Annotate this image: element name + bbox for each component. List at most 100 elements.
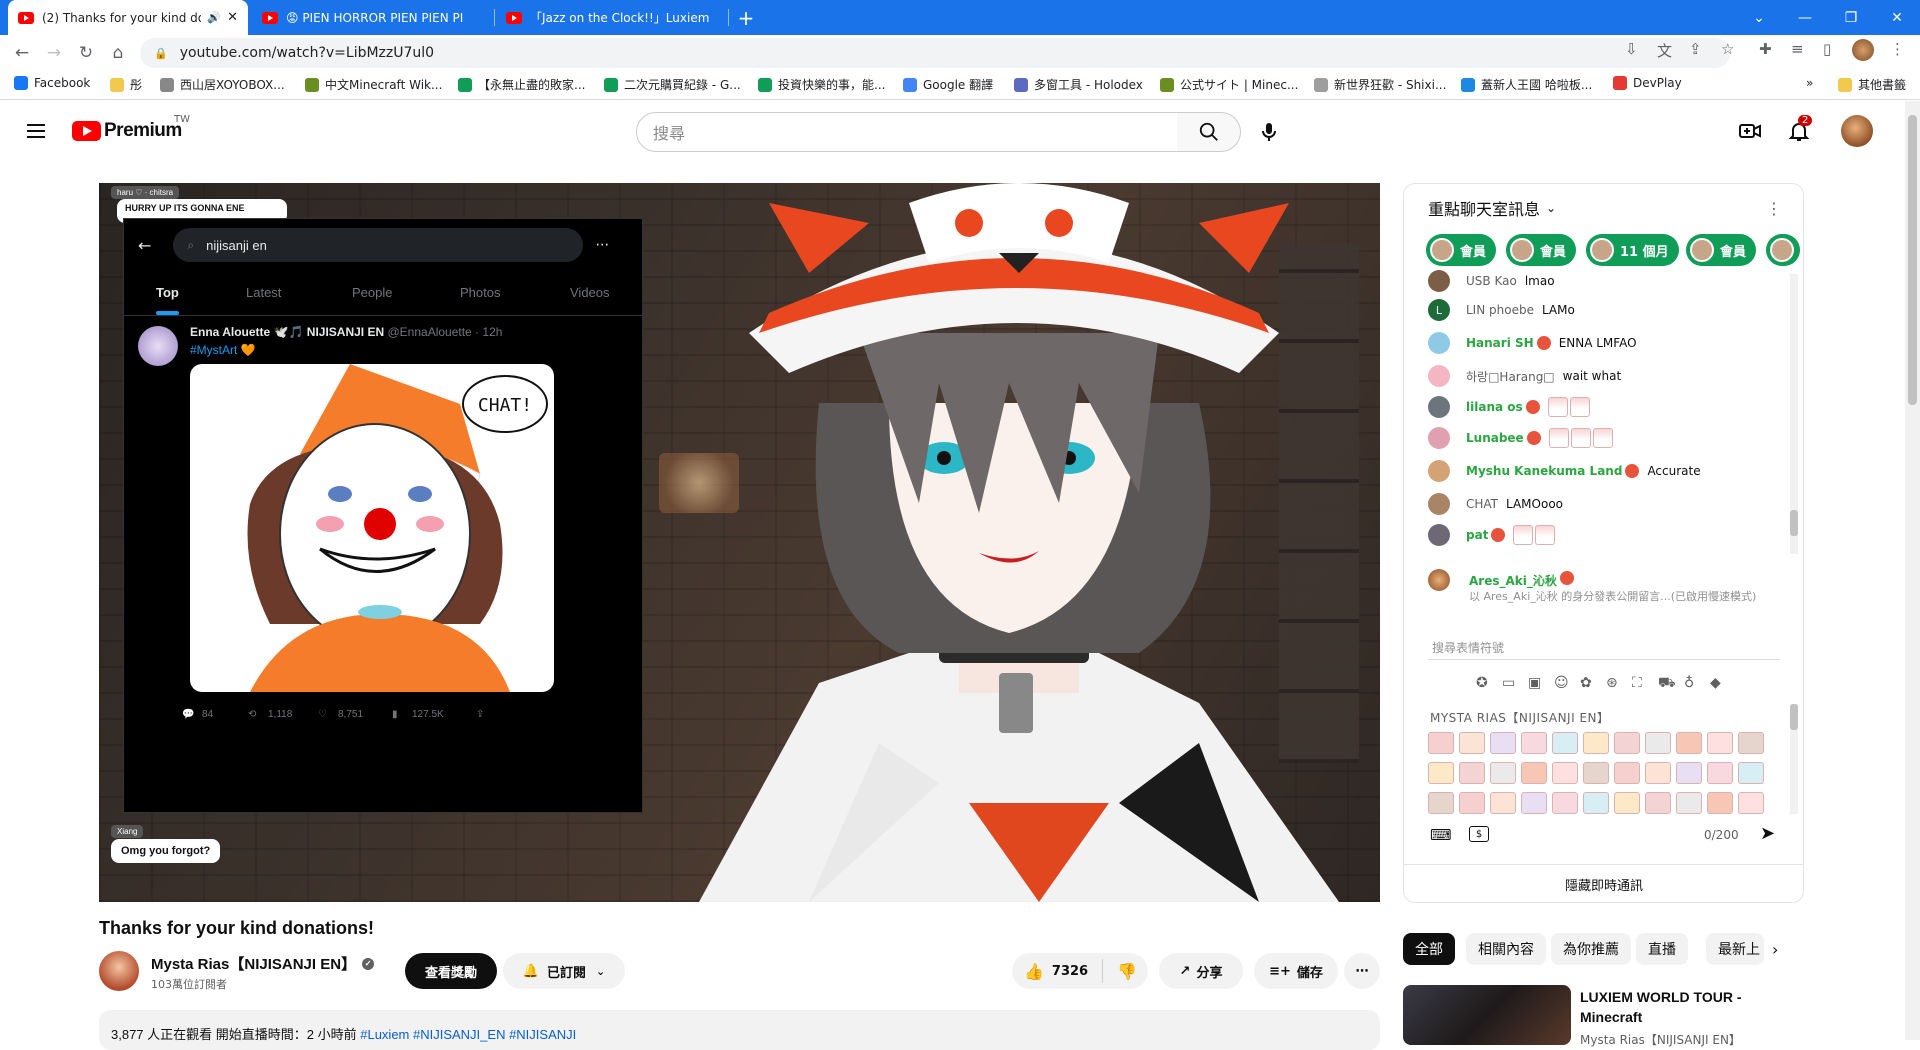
custom-emoji-icon[interactable]: [1490, 792, 1516, 814]
filter-chip[interactable]: 相關內容: [1466, 933, 1546, 965]
chat-message[interactable]: CHAT LAMOooo: [1428, 491, 1563, 517]
create-video-icon[interactable]: [1738, 119, 1762, 147]
search-button[interactable]: [1177, 112, 1241, 152]
custom-emoji-icon[interactable]: [1583, 762, 1609, 784]
video-player[interactable]: haru ♡ · chitsra HURRY UP ITS GONNA ENE …: [99, 183, 1380, 902]
custom-emoji-icon[interactable]: [1676, 792, 1702, 814]
bookmarks-overflow-button[interactable]: »: [1806, 76, 1813, 90]
bookmark-item[interactable]: Google 翻譯: [903, 76, 993, 93]
reading-list-icon[interactable]: ≡: [1791, 40, 1804, 58]
filter-chip[interactable]: 為你推薦: [1551, 933, 1631, 965]
custom-emoji-icon[interactable]: [1552, 732, 1578, 754]
chat-header[interactable]: 重點聊天室訊息 ⌄ ⋮: [1404, 184, 1803, 232]
custom-emoji-icon[interactable]: [1676, 762, 1702, 784]
chat-message[interactable]: pat: [1428, 522, 1557, 548]
member-badge-pill[interactable]: [1766, 234, 1800, 266]
chat-author-name[interactable]: Lunabee: [1466, 431, 1524, 445]
filter-chip[interactable]: 最新上: [1706, 933, 1764, 965]
tab-close-icon[interactable]: ✕: [227, 10, 238, 25]
custom-emoji-icon[interactable]: [1707, 762, 1733, 784]
custom-emoji-icon[interactable]: [1521, 762, 1547, 784]
custom-emoji-icon[interactable]: [1459, 792, 1485, 814]
chat-message[interactable]: 하랑□Harang□ wait what: [1428, 363, 1621, 389]
bookmark-item[interactable]: 二次元購買紀錄 - G...: [604, 76, 741, 93]
custom-emoji-icon[interactable]: [1552, 792, 1578, 814]
extensions-icon[interactable]: ✚: [1759, 40, 1772, 58]
recommendation-thumbnail[interactable]: [1403, 985, 1571, 1045]
bookmark-item[interactable]: 蓋新人王國 哈啦板...: [1461, 76, 1592, 93]
emoji-category-symbols-icon[interactable]: ◆: [1710, 675, 1721, 691]
youtube-premium-logo[interactable]: Premium TW: [72, 114, 190, 142]
install-app-icon[interactable]: ⇩: [1625, 40, 1638, 58]
share-page-icon[interactable]: ⇪: [1689, 40, 1702, 58]
emoji-category-youtube-icon[interactable]: ▭: [1502, 675, 1515, 691]
share-button[interactable]: ↗ 分享: [1159, 953, 1243, 989]
speaker-icon[interactable]: 🔊: [207, 11, 221, 24]
custom-emoji-icon[interactable]: [1738, 732, 1764, 754]
lock-icon[interactable]: 🔒: [154, 47, 168, 60]
search-input[interactable]: 搜尋: [636, 112, 1178, 152]
chat-author-name[interactable]: Myshu Kanekuma Land: [1466, 464, 1622, 478]
custom-emoji-icon[interactable]: [1738, 762, 1764, 784]
profile-avatar[interactable]: [1852, 39, 1874, 61]
custom-emoji-icon[interactable]: [1707, 732, 1733, 754]
chat-author-name[interactable]: CHAT: [1466, 497, 1498, 511]
custom-emoji-icon[interactable]: [1676, 732, 1702, 754]
custom-emoji-icon[interactable]: [1428, 732, 1454, 754]
filter-chip[interactable]: 直播: [1636, 933, 1688, 965]
back-arrow-icon[interactable]: ←: [10, 41, 34, 65]
chat-scrollbar[interactable]: [1790, 274, 1798, 554]
send-icon[interactable]: ➤: [1760, 823, 1775, 844]
custom-emoji-icon[interactable]: [1707, 792, 1733, 814]
custom-emoji-icon[interactable]: [1459, 732, 1485, 754]
save-button[interactable]: ≡+ 儲存: [1254, 953, 1338, 989]
other-bookmarks-folder[interactable]: 其他書籤: [1838, 76, 1906, 93]
custom-emoji-icon[interactable]: [1490, 732, 1516, 754]
channel-name-link[interactable]: Mysta Rias【NIJISANJI EN】 ✓: [151, 953, 375, 974]
emoji-category-objects-icon[interactable]: ♁: [1684, 675, 1694, 691]
like-thumb-icon[interactable]: 👍: [1024, 962, 1044, 981]
hide-chat-button[interactable]: 隱藏即時通訊: [1404, 864, 1803, 902]
custom-emoji-icon[interactable]: [1738, 792, 1764, 814]
chat-author-name[interactable]: 하랑□Harang□: [1466, 368, 1555, 385]
chat-message[interactable]: Lunabee: [1428, 425, 1615, 451]
chat-menu-icon[interactable]: ⋮: [1766, 199, 1782, 218]
more-actions-button[interactable]: ⋯: [1344, 953, 1380, 989]
home-icon[interactable]: ⌂: [106, 41, 130, 65]
subscribed-button[interactable]: 🔔 已訂閱 ⌄: [503, 953, 625, 989]
recommendation-title[interactable]: LUXIEM WORLD TOUR - Minecraft: [1580, 987, 1780, 1027]
emoji-category-people-icon[interactable]: ✿: [1580, 675, 1592, 691]
custom-emoji-icon[interactable]: [1583, 792, 1609, 814]
page-scrollbar[interactable]: [1905, 101, 1920, 1040]
emoji-category-travel-icon[interactable]: ⛟: [1658, 675, 1676, 693]
keyboard-emoji-icon[interactable]: ⌨: [1430, 826, 1452, 844]
member-badge-pill[interactable]: 會員: [1686, 234, 1757, 266]
chat-message[interactable]: USB Kao lmao: [1428, 268, 1555, 294]
filter-chip[interactable]: 全部: [1403, 933, 1455, 965]
chevron-right-icon[interactable]: ›: [1772, 940, 1778, 959]
member-badge-pill[interactable]: 會員: [1426, 234, 1497, 266]
bookmark-item[interactable]: 多窗工具 - Holodex: [1014, 76, 1143, 93]
minimize-button[interactable]: —: [1782, 0, 1828, 35]
close-window-button[interactable]: ✕: [1874, 0, 1920, 35]
bookmark-star-icon[interactable]: ☆: [1721, 40, 1734, 58]
custom-emoji-icon[interactable]: [1645, 792, 1671, 814]
custom-emoji-icon[interactable]: [1614, 762, 1640, 784]
emoji-category-smileys-icon[interactable]: ☺: [1554, 675, 1569, 691]
browser-tab[interactable]: 😡 PIEN HORROR PIEN PIEN PI: [252, 0, 492, 35]
bookmark-item[interactable]: 彤: [110, 76, 142, 93]
chat-author-name[interactable]: Hanari SH: [1466, 336, 1534, 350]
custom-emoji-icon[interactable]: [1459, 762, 1485, 784]
voice-search-button[interactable]: [1249, 112, 1289, 152]
address-bar[interactable]: 🔒 youtube.com/watch?v=LibMzzU7ul0: [140, 38, 1730, 68]
custom-emoji-icon[interactable]: [1645, 732, 1671, 754]
chrome-menu-icon[interactable]: ⋮: [1890, 40, 1905, 58]
bookmark-item[interactable]: Facebook: [14, 76, 90, 90]
super-chat-icon[interactable]: $: [1469, 826, 1489, 842]
browser-tab-active[interactable]: (2) Thanks for your kind do 🔊 ✕: [8, 0, 248, 35]
bookmark-item[interactable]: 【永無止盡的敗家...: [458, 76, 585, 93]
custom-emoji-icon[interactable]: [1645, 762, 1671, 784]
emoji-category-member-icon[interactable]: ✪: [1476, 675, 1488, 691]
custom-emoji-icon[interactable]: [1428, 762, 1454, 784]
member-badge-pill[interactable]: 11 個月: [1586, 234, 1679, 266]
